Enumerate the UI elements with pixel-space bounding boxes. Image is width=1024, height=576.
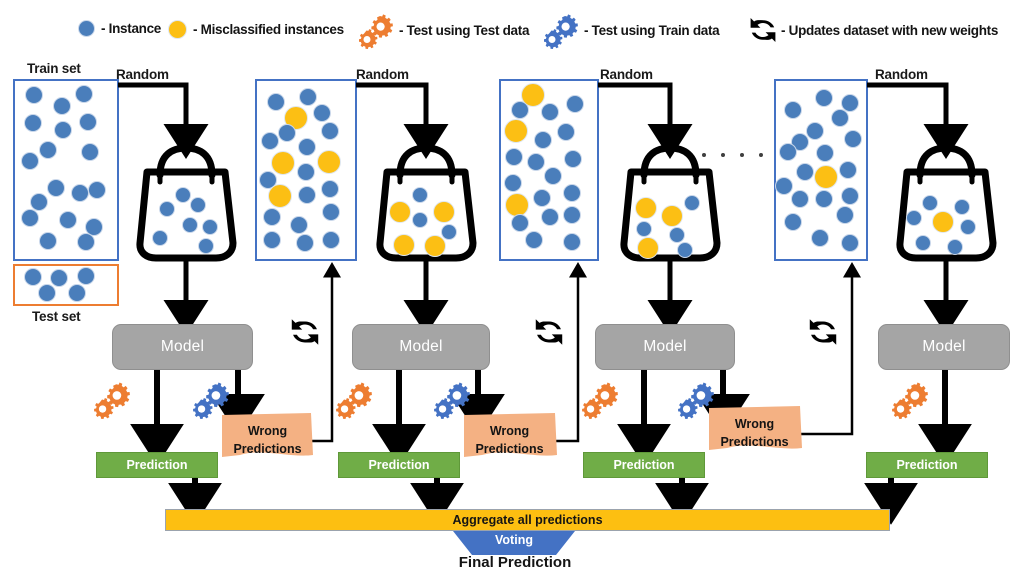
prediction-label-1: Prediction bbox=[126, 458, 188, 472]
train-set-box-1 bbox=[13, 79, 119, 261]
wrong-predictions-line2-2: Predictions bbox=[475, 441, 544, 456]
aggregate-bar[interactable]: Aggregate all predictions bbox=[165, 509, 890, 531]
test-gears-icon-1 bbox=[92, 380, 130, 420]
model-label-3: Model bbox=[643, 338, 687, 355]
final-prediction-label: Final Prediction bbox=[458, 554, 572, 571]
diagram-vector-layer bbox=[13, 79, 997, 555]
prediction-label-2: Prediction bbox=[368, 458, 430, 472]
prediction-box-1[interactable]: Prediction bbox=[96, 452, 218, 478]
model-label-4: Model bbox=[922, 338, 966, 355]
update-icon-2 bbox=[533, 318, 565, 346]
model-box-1[interactable]: Model bbox=[112, 324, 253, 370]
prediction-box-3[interactable]: Prediction bbox=[583, 452, 705, 478]
feedback-path-1 bbox=[311, 262, 341, 443]
bag-icon-1 bbox=[136, 144, 237, 262]
prediction-label-4: Prediction bbox=[896, 458, 958, 472]
bag-icon-4 bbox=[896, 144, 997, 262]
wrong-predictions-box-3[interactable]: Wrong Predictions bbox=[709, 409, 800, 453]
aggregate-label: Aggregate all predictions bbox=[452, 513, 603, 527]
random-arrow-1 bbox=[118, 82, 209, 159]
wrong-predictions-line1-2: Wrong bbox=[489, 424, 530, 438]
train-set-box-4 bbox=[774, 79, 868, 261]
prediction-label-3: Prediction bbox=[613, 458, 675, 472]
train-gears-icon-1 bbox=[191, 380, 229, 420]
wrong-predictions-box-1[interactable]: Wrong Predictions bbox=[222, 416, 313, 460]
bag-icon-3 bbox=[620, 144, 721, 262]
wrong-predictions-box-2[interactable]: Wrong Predictions bbox=[464, 416, 555, 460]
train-gears-icon-2 bbox=[432, 380, 470, 420]
diagram-canvas: - Instance - Misclassified instances - T… bbox=[0, 0, 1024, 576]
feedback-path-3 bbox=[800, 262, 861, 436]
test-gears-icon-4 bbox=[890, 380, 928, 420]
model-box-4[interactable]: Model bbox=[878, 324, 1010, 370]
train-set-box-3 bbox=[499, 79, 599, 261]
wrong-predictions-line1-3: Wrong bbox=[734, 417, 775, 431]
random-arrow-4 bbox=[867, 82, 969, 159]
bag-icon-2 bbox=[376, 144, 477, 262]
test-gears-icon-3 bbox=[580, 380, 618, 420]
wrong-predictions-line1-1: Wrong bbox=[247, 424, 288, 438]
test-gears-icon-2 bbox=[334, 380, 372, 420]
voting-label: Voting bbox=[495, 533, 533, 547]
random-arrow-2 bbox=[356, 82, 449, 159]
update-icon-3 bbox=[807, 318, 839, 346]
wrong-predictions-line2-1: Predictions bbox=[233, 441, 302, 456]
random-arrow-3 bbox=[598, 82, 693, 159]
model-box-2[interactable]: Model bbox=[352, 324, 490, 370]
train-set-box-2 bbox=[255, 79, 357, 261]
model-label-1: Model bbox=[160, 338, 205, 355]
feedback-path-2 bbox=[555, 262, 587, 443]
model-box-3[interactable]: Model bbox=[595, 324, 735, 370]
prediction-box-2[interactable]: Prediction bbox=[338, 452, 460, 478]
test-set-box-1 bbox=[13, 264, 119, 306]
update-icon-1 bbox=[289, 318, 321, 346]
wrong-predictions-line2-3: Predictions bbox=[720, 434, 789, 449]
prediction-box-4[interactable]: Prediction bbox=[866, 452, 988, 478]
model-label-2: Model bbox=[399, 338, 443, 355]
